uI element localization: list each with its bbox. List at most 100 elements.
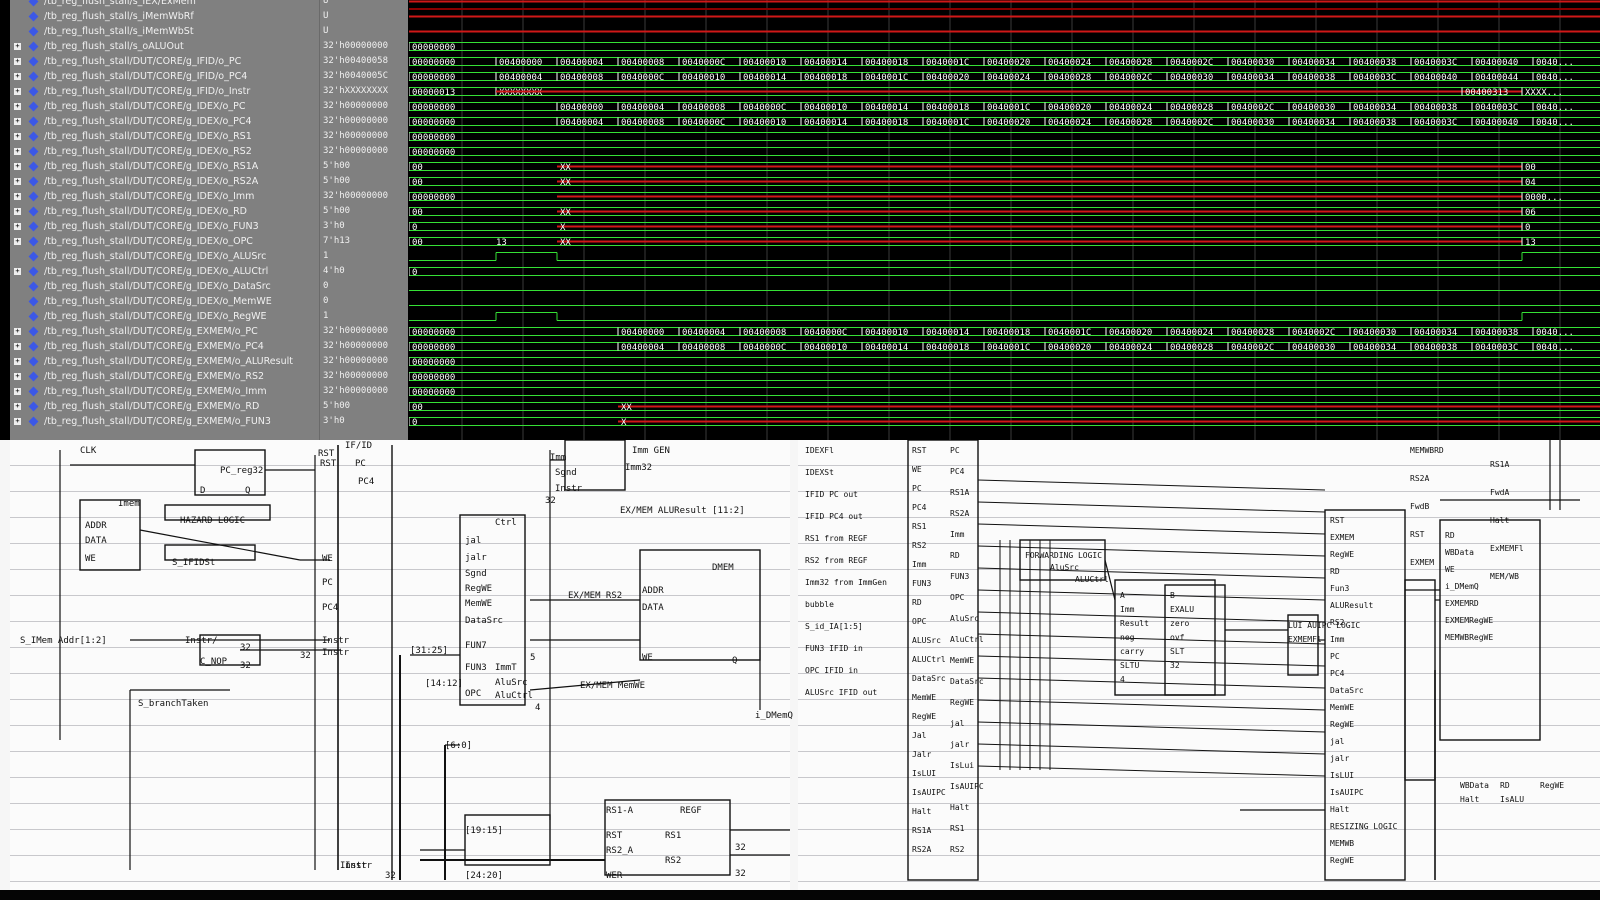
expand-toggle-icon[interactable]: + (14, 373, 21, 380)
signal-row[interactable]: /tb_reg_flush_stall/DUT/CORE/g_IDEX/o_Re… (10, 309, 319, 324)
expand-toggle-icon[interactable]: + (14, 328, 21, 335)
signal-value-pane[interactable]: U U U 32'h00000000 32'h00400058 32'h0040005C 3… (319, 0, 408, 440)
expand-toggle-icon[interactable]: + (14, 133, 21, 140)
signal-row[interactable]: + /tb_reg_flush_stall/DUT/CORE/g_IDEX/o_I… (10, 189, 319, 204)
signal-value-row[interactable]: 1 (320, 309, 408, 324)
signal-row[interactable]: /tb_reg_flush_stall/DUT/CORE/g_IDEX/o_Da… (10, 279, 319, 294)
handwritten-label: Instr (555, 484, 583, 494)
signal-row[interactable]: + /tb_reg_flush_stall/DUT/CORE/g_IDEX/o_A… (10, 264, 319, 279)
expand-toggle-icon[interactable]: + (14, 148, 21, 155)
waveform-canvas[interactable]: 0000000000000000 00400000 00400004 00400008… (409, 0, 1600, 440)
signal-value-row[interactable]: 32'h00000000 (320, 354, 408, 369)
signal-value-row[interactable]: 32'hXXXXXXXX (320, 84, 408, 99)
wave-value-label: 0040001C (987, 343, 1030, 353)
wave-value-label: XX (621, 403, 632, 413)
signal-row[interactable]: + /tb_reg_flush_stall/DUT/CORE/g_IDEX/o_R… (10, 174, 319, 189)
signal-value-row[interactable]: 32'h00000000 (320, 144, 408, 159)
signal-value-row[interactable]: 32'h00000000 (320, 369, 408, 384)
signal-value-row[interactable]: U (320, 24, 408, 39)
expand-toggle-icon[interactable]: + (14, 73, 21, 80)
signal-row[interactable]: /tb_reg_flush_stall/s_IEX/ExMem (10, 0, 319, 9)
signal-value-row[interactable]: 5'h00 (320, 159, 408, 174)
signal-row[interactable]: + /tb_reg_flush_stall/DUT/CORE/g_EXMEM/o_… (10, 354, 319, 369)
signal-row[interactable]: + /tb_reg_flush_stall/DUT/CORE/g_IDEX/o_O… (10, 234, 319, 249)
expand-toggle-icon[interactable]: + (14, 238, 21, 245)
expand-toggle-icon[interactable]: + (14, 268, 21, 275)
signal-value-row[interactable]: 3'h0 (320, 414, 408, 429)
signal-value-row[interactable]: 5'h00 (320, 174, 408, 189)
signal-value-row[interactable]: U (320, 9, 408, 24)
signal-row[interactable]: + /tb_reg_flush_stall/DUT/CORE/g_IFID/o_P… (10, 54, 319, 69)
signal-row[interactable]: + /tb_reg_flush_stall/DUT/CORE/g_EXMEM/o_… (10, 399, 319, 414)
expand-toggle-icon[interactable]: + (14, 388, 21, 395)
expand-toggle-icon[interactable]: + (14, 103, 21, 110)
signal-row[interactable]: + /tb_reg_flush_stall/DUT/CORE/g_IDEX/o_P… (10, 114, 319, 129)
signal-value-row[interactable]: 32'h00000000 (320, 99, 408, 114)
wave-value-label: 0040... (1536, 58, 1574, 68)
signal-value-row[interactable]: 5'h00 (320, 204, 408, 219)
signal-row[interactable]: + /tb_reg_flush_stall/DUT/CORE/g_IDEX/o_R… (10, 129, 319, 144)
signal-name-pane[interactable]: /tb_reg_flush_stall/s_IEX/ExMem/tb_reg_f… (10, 0, 319, 440)
signal-row[interactable]: + /tb_reg_flush_stall/DUT/CORE/g_IDEX/o_F… (10, 219, 319, 234)
signal-value-row[interactable]: 32'h00000000 (320, 324, 408, 339)
expand-toggle-icon[interactable]: + (14, 58, 21, 65)
signal-value-row[interactable]: 32'h00400058 (320, 54, 408, 69)
signal-row[interactable]: /tb_reg_flush_stall/s_iMemWbRf (10, 9, 319, 24)
signal-value-row[interactable]: U (320, 0, 408, 9)
wave-value-label: 00400038 (1353, 118, 1396, 128)
signal-value-row[interactable]: 0 (320, 294, 408, 309)
expand-toggle-icon[interactable]: + (14, 403, 21, 410)
signal-row[interactable]: + /tb_reg_flush_stall/DUT/CORE/g_IDEX/o_R… (10, 159, 319, 174)
expand-toggle-icon[interactable]: + (14, 358, 21, 365)
signal-value-row[interactable]: 32'h00000000 (320, 39, 408, 54)
expand-toggle-icon[interactable]: + (14, 418, 21, 425)
expand-toggle-icon[interactable]: + (14, 193, 21, 200)
signal-row[interactable]: + /tb_reg_flush_stall/DUT/CORE/g_EXMEM/o_… (10, 369, 319, 384)
wave-value-label: 00400313 (1465, 88, 1508, 98)
signal-row[interactable]: /tb_reg_flush_stall/s_iMemWbSt (10, 24, 319, 39)
signal-value-row[interactable]: 0 (320, 279, 408, 294)
signal-value-row[interactable]: 5'h00 (320, 399, 408, 414)
signal-row[interactable]: + /tb_reg_flush_stall/DUT/CORE/g_IDEX/o_R… (10, 204, 319, 219)
expand-toggle-icon[interactable]: + (14, 118, 21, 125)
signal-row[interactable]: + /tb_reg_flush_stall/DUT/CORE/g_IDEX/o_P… (10, 99, 319, 114)
expand-toggle-icon[interactable]: + (14, 343, 21, 350)
signal-row[interactable]: /tb_reg_flush_stall/DUT/CORE/g_IDEX/o_Me… (10, 294, 319, 309)
wave-value-label: 0040000C (804, 328, 847, 338)
signal-row[interactable]: + /tb_reg_flush_stall/s_oALUOut (10, 39, 319, 54)
signal-row[interactable]: + /tb_reg_flush_stall/DUT/CORE/g_EXMEM/o_… (10, 414, 319, 429)
signal-row[interactable]: + /tb_reg_flush_stall/DUT/CORE/g_IFID/o_I… (10, 84, 319, 99)
signal-row[interactable]: + /tb_reg_flush_stall/DUT/CORE/g_IDEX/o_R… (10, 144, 319, 159)
handwritten-label: RS2 (912, 541, 927, 550)
signal-row[interactable]: + /tb_reg_flush_stall/DUT/CORE/g_EXMEM/o_… (10, 339, 319, 354)
signal-value-row[interactable]: 32'h00000000 (320, 339, 408, 354)
signal-value-row[interactable]: 3'h0 (320, 219, 408, 234)
wave-value-label: 00400014 (743, 73, 786, 83)
signal-value-row[interactable]: 32'h00000000 (320, 129, 408, 144)
expand-toggle-icon[interactable]: + (14, 223, 21, 230)
expand-toggle-icon[interactable]: + (14, 43, 21, 50)
signal-row[interactable]: + /tb_reg_flush_stall/DUT/CORE/g_IFID/o_P… (10, 69, 319, 84)
signal-value-row[interactable]: 4'h0 (320, 264, 408, 279)
handwritten-label: AluCtrl (495, 691, 533, 701)
handwritten-label: FUN7 (465, 641, 487, 651)
signal-value-row[interactable]: 1 (320, 249, 408, 264)
wave-value-label: 00400018 (987, 328, 1030, 338)
signal-value-row[interactable]: 32'h00000000 (320, 189, 408, 204)
expand-toggle-icon[interactable]: + (14, 178, 21, 185)
signal-value-row[interactable]: 7'h13 (320, 234, 408, 249)
handwritten-label: Imm32 (625, 463, 652, 473)
signal-value-row[interactable]: 32'h00000000 (320, 384, 408, 399)
handwritten-label: [19:15] (465, 826, 503, 836)
signal-row[interactable]: + /tb_reg_flush_stall/DUT/CORE/g_EXMEM/o_… (10, 384, 319, 399)
wave-value-label: 0040001C (926, 58, 969, 68)
waveform-pane[interactable]: 00000000 00000000 00400000 00400004 00400008… (409, 0, 1600, 440)
wave-value-label: 00 (1525, 163, 1536, 173)
expand-toggle-icon[interactable]: + (14, 163, 21, 170)
expand-toggle-icon[interactable]: + (14, 208, 21, 215)
signal-value-row[interactable]: 32'h00000000 (320, 114, 408, 129)
signal-row[interactable]: /tb_reg_flush_stall/DUT/CORE/g_IDEX/o_AL… (10, 249, 319, 264)
signal-value-row[interactable]: 32'h0040005C (320, 69, 408, 84)
expand-toggle-icon[interactable]: + (14, 88, 21, 95)
signal-row[interactable]: + /tb_reg_flush_stall/DUT/CORE/g_EXMEM/o_… (10, 324, 319, 339)
